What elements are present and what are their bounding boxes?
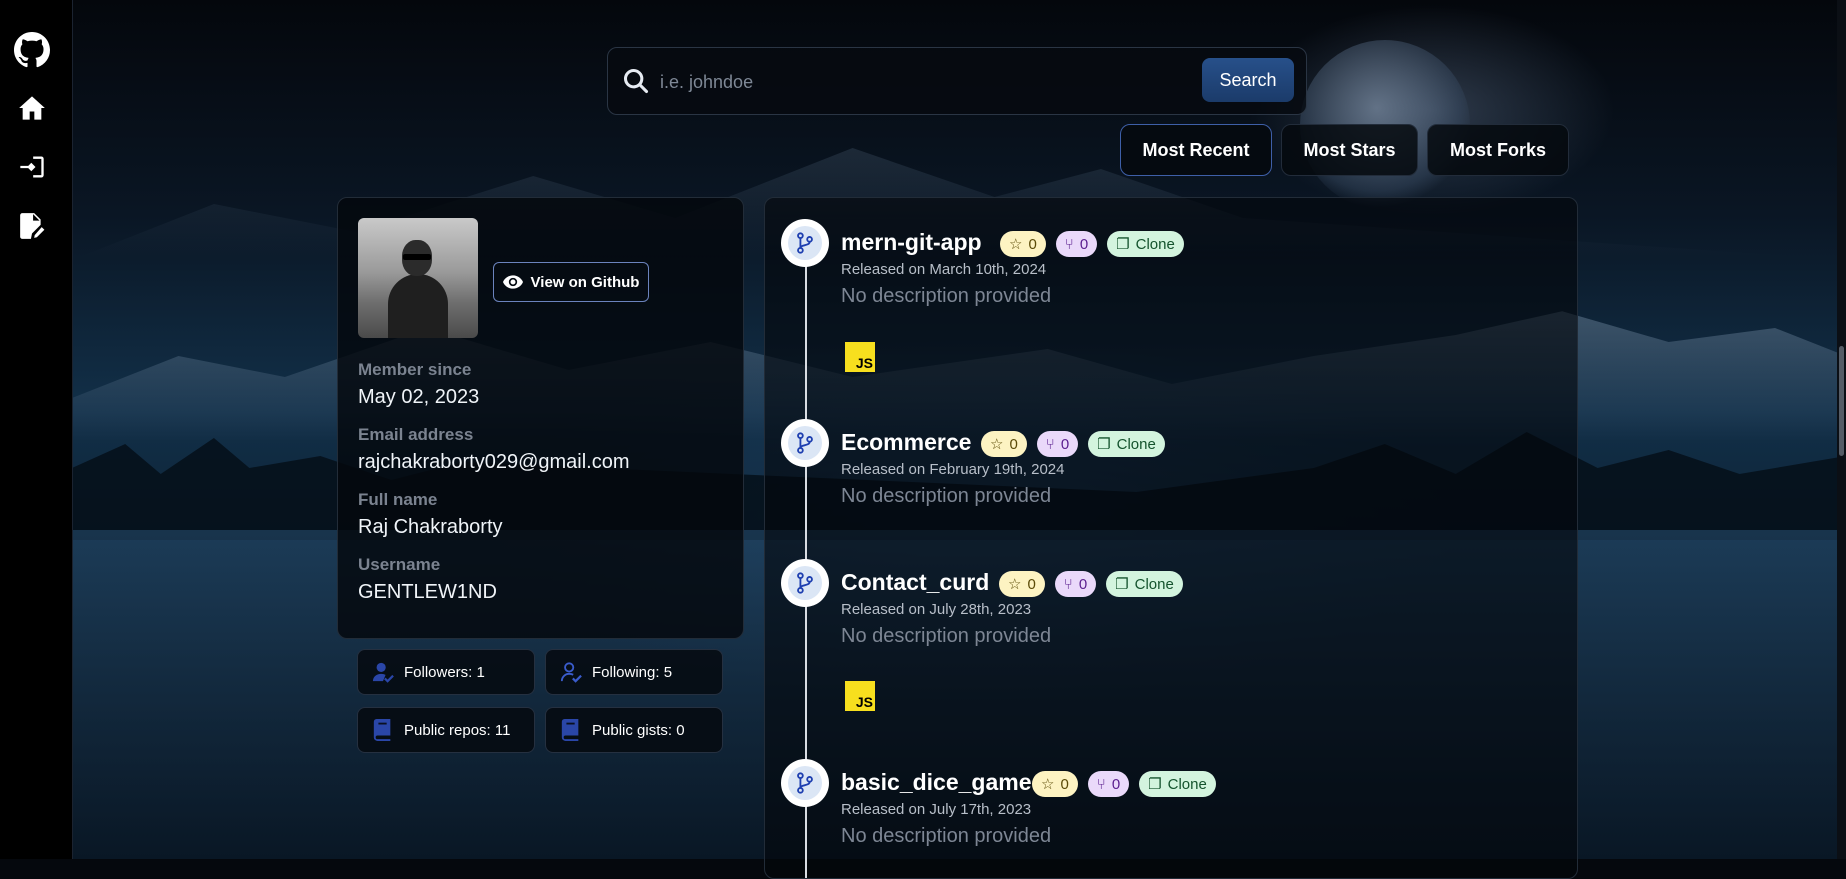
star-count-badge: ☆ 0 [1032,771,1078,797]
star-icon: ☆ [1008,576,1022,593]
search-bar: Search [607,47,1307,115]
sort-most-forks-button[interactable]: Most Forks [1427,124,1569,176]
github-icon[interactable] [14,32,50,68]
copy-icon: ❐ [1116,236,1130,253]
username-label: Username [358,555,441,574]
repo-description: No description provided [841,485,1052,507]
email-label: Email address [358,425,474,444]
javascript-icon: JS [845,342,875,372]
branch-icon [781,759,829,807]
search-icon [623,68,649,94]
javascript-icon: JS [845,681,875,711]
fork-count-badge: ⑂ 0 [1036,431,1079,457]
star-count-badge: ☆ 0 [999,571,1045,597]
fork-icon: ⑂ [1063,575,1073,593]
home-icon[interactable] [14,90,50,126]
star-count-badge: ☆ 0 [981,431,1027,457]
username-value: GENTLEW1ND [358,581,497,603]
public-gists-label: Public gists: 0 [592,721,685,739]
view-on-github-label: View on Github [530,273,640,291]
fork-icon: ⑂ [1045,435,1055,453]
full-name-value: Raj Chakraborty [358,516,503,538]
page-scrollbar[interactable] [1837,0,1846,859]
branch-icon [781,219,829,267]
fork-icon: ⑂ [1064,235,1074,253]
star-icon: ☆ [1041,776,1055,793]
sort-most-stars-button[interactable]: Most Stars [1281,124,1418,176]
profile-card: View on Github Member since May 02, 2023… [337,197,744,639]
branch-icon [781,559,829,607]
repo-name[interactable]: mern-git-app [841,229,982,256]
search-input[interactable] [658,66,1202,98]
clone-button[interactable]: ❐ Clone [1088,431,1165,457]
gist-icon [560,719,582,741]
repo-name[interactable]: basic_dice_game [841,769,1032,796]
clone-button[interactable]: ❐ Clone [1106,571,1183,597]
email-value: rajchakraborty029@gmail.com [358,451,630,473]
public-repos-label: Public repos: 11 [404,721,511,739]
fork-count-badge: ⑂ 0 [1055,231,1098,257]
eye-icon [502,275,523,289]
sort-most-recent-button[interactable]: Most Recent [1120,124,1272,176]
release-date: Released on March 10th, 2024 [841,261,1047,278]
followers-icon [372,661,394,683]
fork-count-badge: ⑂ 0 [1087,771,1130,797]
star-icon: ☆ [990,436,1004,453]
clone-button[interactable]: ❐ Clone [1139,771,1216,797]
release-date: Released on July 17th, 2023 [841,801,1032,818]
repo-name[interactable]: Contact_curd [841,569,989,596]
release-date: Released on July 28th, 2023 [841,601,1032,618]
following-label: Following: 5 [592,663,673,681]
repo-name[interactable]: Ecommerce [841,429,971,456]
followers-stat: Followers: 1 [357,649,535,695]
clone-button[interactable]: ❐ Clone [1107,231,1184,257]
followers-label: Followers: 1 [404,663,485,681]
release-date: Released on February 19th, 2024 [841,461,1065,478]
full-name-label: Full name [358,490,438,509]
view-on-github-button[interactable]: View on Github [493,262,649,302]
star-icon: ☆ [1009,236,1023,253]
copy-icon: ❐ [1148,776,1162,793]
repos-panel: mern-git-app ☆ 0 ⑂ 0 ❐ Clone Released on Ma… [764,197,1578,879]
following-icon [560,661,582,683]
copy-icon: ❐ [1115,576,1129,593]
search-button[interactable]: Search [1202,58,1294,102]
copy-icon: ❐ [1097,436,1111,453]
member-since-value: May 02, 2023 [358,386,480,408]
following-stat: Following: 5 [545,649,723,695]
branch-icon [781,419,829,467]
member-since-label: Member since [358,360,472,379]
public-repos-stat: Public repos: 11 [357,707,535,753]
sidebar [0,0,73,859]
fork-count-badge: ⑂ 0 [1054,571,1097,597]
signup-icon[interactable] [14,208,50,244]
login-icon[interactable] [14,149,50,185]
public-gists-stat: Public gists: 0 [545,707,723,753]
repo-description: No description provided [841,825,1052,847]
avatar [358,218,478,338]
repo-description: No description provided [841,625,1052,647]
fork-icon: ⑂ [1096,775,1106,793]
repo-icon [372,719,394,741]
star-count-badge: ☆ 0 [1000,231,1046,257]
repo-description: No description provided [841,285,1052,307]
